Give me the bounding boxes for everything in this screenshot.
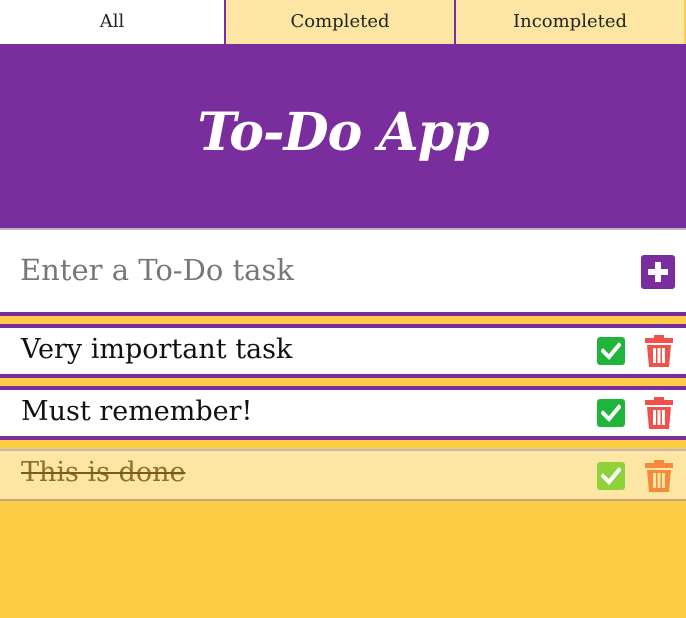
- tab-all[interactable]: All: [0, 0, 226, 44]
- task-input[interactable]: [20, 248, 610, 292]
- delete-task-button[interactable]: [645, 397, 673, 429]
- task-text: Must remember!: [21, 396, 253, 427]
- complete-task-button[interactable]: [597, 462, 625, 490]
- check-icon: [601, 342, 621, 360]
- delete-task-button[interactable]: [645, 335, 673, 367]
- delete-task-button[interactable]: [645, 460, 673, 492]
- trash-icon: [645, 460, 673, 492]
- trash-icon: [645, 397, 673, 429]
- filter-tabs: All Completed Incompleted: [0, 0, 686, 44]
- check-icon: [601, 467, 621, 485]
- divider: [0, 499, 686, 501]
- trash-icon: [645, 335, 673, 367]
- complete-task-button[interactable]: [597, 399, 625, 427]
- app-title: To-Do App: [197, 102, 490, 163]
- task-item-completed: This is done: [0, 451, 686, 499]
- divider: [0, 312, 686, 316]
- divider: [0, 374, 686, 378]
- task-item: Must remember!: [0, 390, 686, 436]
- app-header: To-Do App: [0, 44, 686, 230]
- tab-incompleted[interactable]: Incompleted: [456, 0, 684, 44]
- complete-task-button[interactable]: [597, 337, 625, 365]
- divider: [0, 436, 686, 440]
- task-text: This is done: [21, 457, 186, 488]
- task-input-row: [0, 230, 686, 312]
- add-task-button[interactable]: [641, 255, 675, 289]
- tab-completed[interactable]: Completed: [226, 0, 456, 44]
- task-text: Very important task: [21, 334, 293, 365]
- task-item: Very important task: [0, 328, 686, 374]
- check-icon: [601, 404, 621, 422]
